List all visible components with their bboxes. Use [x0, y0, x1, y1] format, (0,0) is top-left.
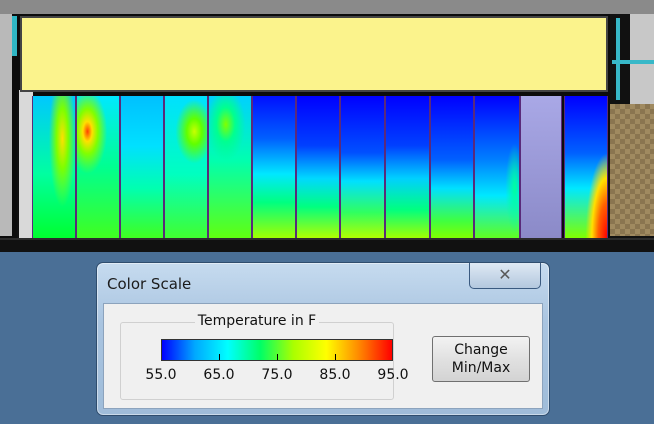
left-pipe	[12, 16, 17, 56]
heatmap-panel-8	[340, 96, 385, 238]
change-button-line2: Min/Max	[451, 360, 511, 376]
heatmap-panel-10	[430, 96, 474, 238]
scale-tick	[335, 354, 336, 360]
dialog-title: Color Scale	[107, 275, 192, 293]
left-strip	[17, 90, 33, 238]
heatmap-panel-hot	[564, 96, 608, 238]
change-button-line1: Change	[454, 342, 508, 358]
close-button[interactable]: ✕	[469, 263, 541, 289]
color-scale-dialog: Color Scale ✕ Temperature in F 55.0 65.0 7…	[96, 262, 550, 416]
temperature-groupbox: Temperature in F 55.0 65.0 75.0 85.0 95.0	[120, 313, 409, 400]
scale-label: 95.0	[377, 367, 409, 383]
scale-label: 75.0	[261, 367, 293, 383]
heatmap-panel-11	[474, 96, 520, 238]
heatmap-panel-2	[76, 96, 120, 238]
heatmap-panel-1	[32, 96, 76, 238]
heatmap-panel-gray	[520, 96, 562, 238]
heatmap-panel-4	[164, 96, 208, 238]
scale-tick	[219, 354, 220, 360]
left-wall	[0, 14, 12, 236]
heatmap-panel-9	[385, 96, 430, 238]
scale-label: 55.0	[145, 367, 177, 383]
heatmap-panel-5	[208, 96, 252, 238]
right-pipe-vertical	[616, 18, 620, 100]
thermal-visualization[interactable]	[0, 0, 654, 252]
close-icon: ✕	[498, 265, 512, 284]
bottom-frame	[0, 238, 654, 252]
scale-label: 65.0	[203, 367, 235, 383]
change-min-max-button[interactable]: Change Min/Max	[432, 336, 530, 382]
ceiling-block	[20, 16, 608, 92]
right-pipe-horizontal	[612, 60, 654, 64]
heatmap-panel-7	[296, 96, 340, 238]
scale-tick	[277, 354, 278, 360]
top-frame	[0, 0, 654, 14]
floor-texture	[610, 104, 654, 236]
heatmap-panel-3	[120, 96, 164, 238]
dialog-body: Temperature in F 55.0 65.0 75.0 85.0 95.0 Ch…	[103, 303, 543, 409]
groupbox-title: Temperature in F	[194, 313, 320, 329]
heatmap-panel-6	[252, 96, 296, 238]
scale-label: 85.0	[319, 367, 351, 383]
